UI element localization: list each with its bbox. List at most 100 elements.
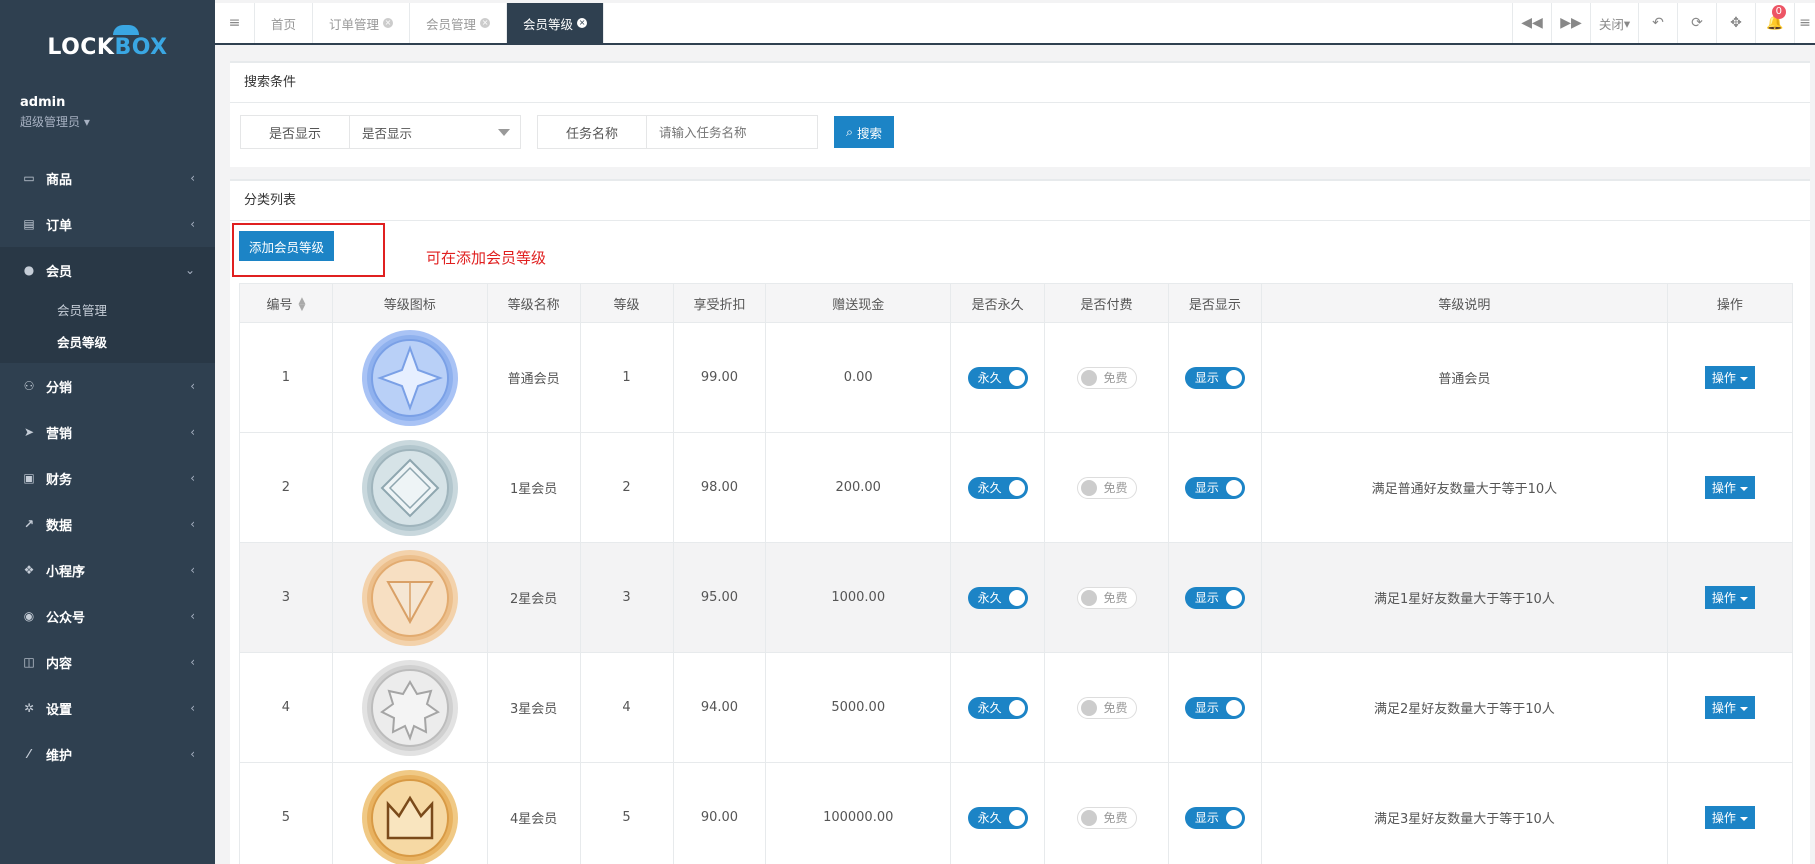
toggle-knob bbox=[1080, 479, 1097, 496]
toggle-label: 免费 bbox=[1103, 591, 1128, 605]
sidebar-item-label: 订单 bbox=[46, 218, 73, 234]
search-button[interactable]: ⌕ 搜索 bbox=[834, 116, 895, 148]
permanent-toggle[interactable]: 永久 bbox=[967, 366, 1028, 389]
chevron-left-icon: ‹ bbox=[190, 217, 195, 231]
medal-icon bbox=[361, 439, 458, 536]
logo[interactable]: LOCKBOX bbox=[0, 0, 215, 95]
notifications-button[interactable]: 🔔 0 bbox=[1755, 3, 1794, 43]
task-name-field: 任务名称 bbox=[537, 115, 818, 149]
tab-member-management[interactable]: 会员管理 × bbox=[410, 3, 508, 43]
cell-paid: 免费 bbox=[1044, 542, 1169, 653]
more-menu-button[interactable]: ≡ bbox=[1794, 3, 1815, 43]
tab-member-levels[interactable]: 会员等级 × bbox=[507, 3, 605, 43]
sidebar-item-content[interactable]: ◫ 内容 ‹ bbox=[0, 639, 215, 685]
column-header[interactable]: 编号 ▲ ▼ bbox=[239, 283, 333, 323]
show-filter-select[interactable]: 是否显示 bbox=[350, 116, 520, 148]
scroll-right-button[interactable]: ▶▶ bbox=[1551, 3, 1590, 43]
user-role-dropdown[interactable]: 超级管理员 ▾ bbox=[20, 113, 195, 130]
cell-id: 5 bbox=[239, 762, 333, 864]
chevron-left-icon: ‹ bbox=[190, 701, 195, 715]
toggle-knob bbox=[1225, 809, 1242, 826]
permanent-toggle[interactable]: 永久 bbox=[967, 476, 1028, 499]
sidebar-item-official-account[interactable]: ◉ 公众号 ‹ bbox=[0, 593, 215, 639]
actions-dropdown-button[interactable]: 操作 bbox=[1704, 586, 1755, 609]
sidebar-item-marketing[interactable]: ➤ 营销 ‹ bbox=[0, 409, 215, 455]
sidebar-item-label: 公众号 bbox=[46, 610, 86, 626]
fullscreen-button[interactable]: ✥ bbox=[1716, 3, 1755, 43]
paid-toggle[interactable]: 免费 bbox=[1076, 586, 1137, 609]
back-button[interactable]: ↶ bbox=[1638, 3, 1677, 43]
close-icon[interactable]: × bbox=[577, 18, 588, 28]
hamburger-icon: ≡ bbox=[228, 15, 241, 31]
sidebar-item-members[interactable]: ● 会员 ⌄ bbox=[0, 247, 215, 293]
cell-permanent: 永久 bbox=[950, 322, 1046, 433]
paid-toggle[interactable]: 免费 bbox=[1076, 366, 1137, 389]
paid-toggle[interactable]: 免费 bbox=[1076, 476, 1137, 499]
sidebar-item-orders[interactable]: ▤ 订单 ‹ bbox=[0, 201, 215, 247]
permanent-toggle[interactable]: 永久 bbox=[967, 586, 1028, 609]
sidebar-item-finance[interactable]: ▣ 财务 ‹ bbox=[0, 455, 215, 501]
permanent-toggle[interactable]: 永久 bbox=[967, 696, 1028, 719]
menu-toggle-button[interactable]: ≡ bbox=[215, 3, 255, 43]
toggle-label: 永久 bbox=[977, 591, 1002, 605]
notification-badge: 0 bbox=[1771, 5, 1786, 19]
cell-paid: 免费 bbox=[1044, 652, 1169, 763]
column-header-label: 编号 bbox=[266, 297, 293, 313]
logo-cap-shape bbox=[113, 25, 140, 35]
actions-dropdown-button[interactable]: 操作 bbox=[1704, 476, 1755, 499]
actions-label: 操作 bbox=[1711, 591, 1736, 605]
chevron-left-icon: ‹ bbox=[190, 425, 195, 439]
sidebar-item-settings[interactable]: ✲ 设置 ‹ bbox=[0, 685, 215, 731]
task-name-input[interactable] bbox=[647, 116, 817, 148]
close-icon[interactable]: × bbox=[383, 18, 394, 28]
actions-label: 操作 bbox=[1711, 701, 1736, 715]
scroll-left-button[interactable]: ◀◀ bbox=[1512, 3, 1551, 43]
show-filter-label: 是否显示 bbox=[241, 116, 350, 148]
sidebar-item-maintenance[interactable]: ⁄ 维护 ‹ bbox=[0, 731, 215, 777]
paid-toggle[interactable]: 免费 bbox=[1076, 696, 1137, 719]
cell-name: 普通会员 bbox=[486, 322, 581, 433]
column-header: 等级说明 bbox=[1260, 283, 1668, 323]
sidebar-subitem-member-management[interactable]: 会员管理 bbox=[0, 293, 215, 325]
toggle-label: 永久 bbox=[977, 811, 1002, 825]
sidebar-item-data[interactable]: ↗ 数据 ‹ bbox=[0, 501, 215, 547]
cell-permanent: 永久 bbox=[950, 542, 1046, 653]
toggle-label: 免费 bbox=[1103, 371, 1128, 385]
show-toggle[interactable]: 显示 bbox=[1184, 806, 1245, 829]
show-toggle[interactable]: 显示 bbox=[1184, 586, 1245, 609]
sidebar-item-goods[interactable]: ▭ 商品 ‹ bbox=[0, 155, 215, 201]
sidebar-item-miniprogram[interactable]: ❖ 小程序 ‹ bbox=[0, 547, 215, 593]
refresh-icon: ⟳ bbox=[1691, 15, 1703, 31]
search-button-label: 搜索 bbox=[857, 125, 883, 141]
close-tabs-dropdown[interactable]: 关闭 ▾ bbox=[1590, 3, 1638, 43]
close-icon[interactable]: × bbox=[480, 18, 491, 28]
sidebar-subitem-member-levels[interactable]: 会员等级 bbox=[0, 325, 215, 357]
tab-order-management[interactable]: 订单管理 × bbox=[313, 3, 411, 43]
sidebar-item-distribution[interactable]: ⚇ 分销 ‹ bbox=[0, 363, 215, 409]
medal-icon bbox=[361, 659, 458, 756]
actions-dropdown-button[interactable]: 操作 bbox=[1704, 806, 1755, 829]
toggle-label: 免费 bbox=[1103, 701, 1128, 715]
permanent-toggle[interactable]: 永久 bbox=[967, 806, 1028, 829]
laptop-icon: ▭ bbox=[23, 171, 35, 185]
cell-actions: 操作 bbox=[1666, 762, 1794, 864]
table-row: 1 普通会员 1 99.00 0.00 永久 免费 显示 普通会员 操作 bbox=[239, 322, 1794, 433]
actions-dropdown-button[interactable]: 操作 bbox=[1704, 366, 1755, 389]
paid-toggle[interactable]: 免费 bbox=[1076, 806, 1137, 829]
sidebar-item-label: 小程序 bbox=[46, 564, 86, 580]
sort-icon[interactable]: ▲ ▼ bbox=[298, 297, 305, 313]
actions-dropdown-button[interactable]: 操作 bbox=[1704, 696, 1755, 719]
show-toggle[interactable]: 显示 bbox=[1184, 476, 1245, 499]
reply-icon: ↶ bbox=[1652, 15, 1664, 31]
cell-paid: 免费 bbox=[1044, 762, 1169, 864]
tab-home[interactable]: 首页 bbox=[255, 3, 314, 43]
toggle-knob bbox=[1225, 589, 1242, 606]
toggle-label: 显示 bbox=[1194, 811, 1219, 825]
refresh-button[interactable]: ⟳ bbox=[1677, 3, 1716, 43]
show-toggle[interactable]: 显示 bbox=[1184, 366, 1245, 389]
show-toggle[interactable]: 显示 bbox=[1184, 696, 1245, 719]
gear-icon: ✲ bbox=[23, 701, 35, 715]
cell-show: 显示 bbox=[1167, 542, 1262, 653]
actions-label: 操作 bbox=[1711, 371, 1736, 385]
table-row: 2 1星会员 2 98.00 200.00 永久 免费 显示 满足普通好友数量大… bbox=[239, 432, 1794, 543]
